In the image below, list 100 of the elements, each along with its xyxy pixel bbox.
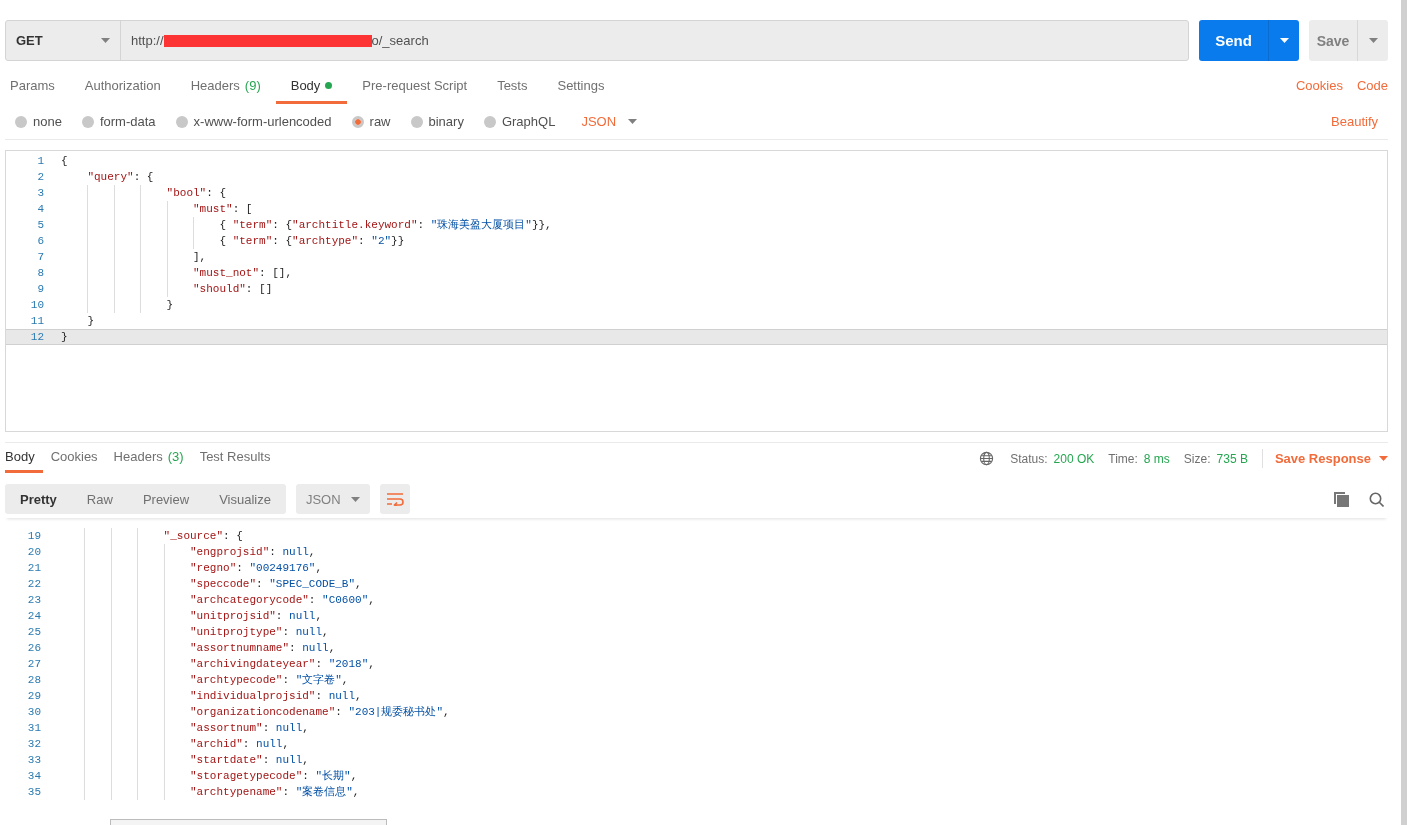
code-line: "unitprojtype": null,	[55, 624, 329, 640]
body-type-radio[interactable]: form-data	[81, 114, 156, 129]
line-number: 12	[29, 330, 45, 345]
line-number: 9	[36, 282, 45, 297]
code-line: }	[86, 314, 94, 329]
code-line: "regno": "00249176",	[55, 560, 323, 576]
body-type-radio[interactable]: x-www-form-urlencoded	[175, 114, 332, 129]
request-tab[interactable]: Tests	[482, 78, 543, 104]
code-line: "assortnumname": null,	[55, 640, 336, 656]
search-icon	[1369, 491, 1384, 507]
response-format-select[interactable]: JSON	[295, 484, 370, 514]
time-label: Time:	[1108, 451, 1138, 466]
format-select[interactable]: JSON	[575, 113, 644, 130]
code-line: "bool": {	[58, 185, 227, 201]
code-line: { "term": {"archtype": "2"}}	[58, 233, 405, 249]
code-line: "must": [	[58, 201, 253, 217]
code-line: "archid": null,	[55, 736, 290, 752]
body-type-radio[interactable]: none	[15, 114, 62, 129]
line-number: 1	[36, 154, 45, 169]
globe-icon	[979, 451, 995, 466]
line-number: 20	[26, 545, 42, 560]
caret-icon	[350, 496, 360, 502]
line-number: 19	[26, 529, 42, 544]
body-type-radio[interactable]: raw	[351, 114, 391, 129]
caret-icon	[1368, 38, 1378, 43]
size-value: 735 B	[1216, 451, 1248, 466]
code-line: ],	[58, 249, 207, 265]
line-number: 3	[36, 186, 45, 201]
code-line: }	[58, 297, 174, 313]
code-line: "speccode": "SPEC_CODE_B",	[55, 576, 362, 592]
request-tab[interactable]: Pre-request Script	[347, 78, 483, 104]
code-line: "should": []	[58, 281, 273, 297]
request-link[interactable]: Cookies	[1295, 78, 1343, 104]
code-line: "archcategorycode": "C0600",	[55, 592, 375, 608]
beautify-link[interactable]: Beautify	[1331, 114, 1378, 129]
line-number: 7	[36, 250, 45, 265]
request-tab[interactable]: Settings	[542, 78, 620, 104]
view-mode-tab[interactable]: Pretty	[5, 484, 72, 514]
status-value: 200 OK	[1053, 451, 1095, 466]
response-tab[interactable]: Test Results	[191, 448, 279, 473]
code-editor[interactable]: 1 { 2 "query": { 3 "bool": { 4 "must": [ 5 { "term": {"archtitle.keyword": "珠海美盈大厦项目"}}, 6 { "term": {"archtype": "2"}} 7 ], 8 "must_not": [], 9 "should": [] 10 } 11 } 12 }	[5, 150, 1388, 432]
line-number: 24	[26, 609, 42, 624]
wrap-button[interactable]	[379, 484, 410, 514]
code-line: {	[60, 154, 68, 169]
code-line: "storagetypecode": "长期",	[55, 768, 358, 784]
line-number: 2	[36, 170, 45, 185]
size-label: Size:	[1183, 451, 1211, 466]
request-tab[interactable]: Authorization	[69, 78, 176, 104]
request-tab[interactable]: Headers (9)	[175, 78, 276, 104]
code-line: "archtypename": "案卷信息",	[55, 784, 360, 800]
line-number: 32	[26, 737, 42, 752]
body-type-radio[interactable]: GraphQL	[483, 114, 556, 129]
line-number: 33	[26, 753, 42, 768]
line-number: 31	[26, 721, 42, 736]
response-tab[interactable]: Cookies	[42, 448, 106, 473]
caret-icon	[1279, 38, 1289, 43]
code-line: "unitprojsid": null,	[55, 608, 323, 624]
line-number: 28	[26, 673, 42, 688]
code-line: "archivingdateyear": "2018",	[55, 656, 375, 672]
code-line: "organizationcodename": "203|规委秘书处",	[55, 704, 450, 720]
scrollbar[interactable]	[110, 819, 387, 825]
scrollbar[interactable]	[1401, 0, 1407, 825]
status-label: Status:	[1010, 451, 1048, 466]
line-number: 27	[26, 657, 42, 672]
line-number: 29	[26, 689, 42, 704]
line-number: 34	[26, 769, 42, 784]
line-number: 11	[29, 314, 45, 329]
code-line: "startdate": null,	[55, 752, 309, 768]
line-number: 26	[26, 641, 42, 656]
line-number: 21	[26, 561, 42, 576]
line-number: 10	[29, 298, 45, 313]
tab-count: (9)	[244, 78, 261, 93]
request-tab[interactable]: Body	[275, 78, 348, 104]
line-number: 35	[26, 785, 42, 800]
code-line: }	[60, 330, 68, 345]
search-button[interactable]	[1369, 491, 1384, 507]
copy-button[interactable]	[1334, 491, 1349, 507]
code-line: "engprojsid": null,	[55, 544, 316, 560]
line-number: 22	[26, 577, 42, 592]
line-number: 5	[36, 218, 45, 233]
view-mode-tab[interactable]: Preview	[127, 484, 205, 514]
line-number: 25	[26, 625, 42, 640]
line-number: 8	[36, 266, 45, 281]
line-number: 30	[26, 705, 42, 720]
caret-icon	[1379, 456, 1388, 461]
copy-icon	[1334, 491, 1349, 507]
view-mode-tab[interactable]: Raw	[71, 484, 128, 514]
code-line: "_source": {	[55, 528, 243, 544]
code-line: "assortnum": null,	[55, 720, 309, 736]
response-tab[interactable]: Body	[5, 448, 43, 473]
view-mode-tab[interactable]: Visualize	[204, 484, 286, 514]
save-response-button[interactable]: Save Response	[1261, 449, 1388, 468]
request-link[interactable]: Code	[1356, 78, 1388, 104]
code-line: "individualprojsid": null,	[55, 688, 362, 704]
response-tab[interactable]: Headers (3)	[105, 448, 192, 473]
time-value: 8 ms	[1143, 451, 1170, 466]
request-tab[interactable]: Params	[5, 78, 70, 104]
line-number: 6	[36, 234, 45, 249]
body-type-radio[interactable]: binary	[410, 114, 464, 129]
wrap-lines-icon	[385, 492, 404, 506]
